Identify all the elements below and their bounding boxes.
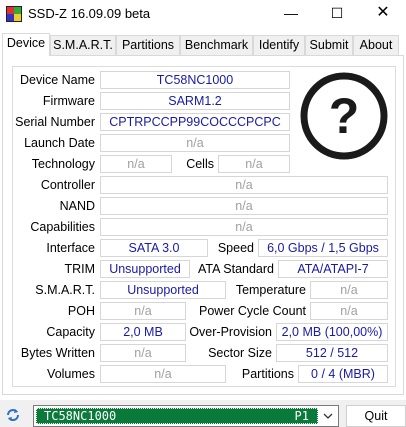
firmware-label: Firmware	[42, 94, 95, 108]
controller-label: Controller	[40, 178, 95, 192]
capacity-label: Capacity	[46, 325, 95, 339]
trim-label: TRIM	[64, 262, 95, 276]
device-name-field: TC58NC1000	[100, 71, 290, 89]
device-name-label: Device Name	[19, 73, 95, 87]
cells-field: n/a	[218, 155, 290, 173]
partitions-field: 0 / 4 (MBR)	[298, 365, 388, 383]
interface-label: Interface	[46, 241, 95, 255]
cells-label: Cells	[186, 157, 214, 171]
ssdz-app-icon	[6, 6, 22, 22]
poh-field: n/a	[100, 302, 186, 320]
serial-number-label: Serial Number	[15, 115, 95, 129]
capabilities-label: Capabilities	[30, 220, 95, 234]
speed-label: Speed	[217, 241, 254, 255]
drive-name: TC58NC1000	[44, 409, 117, 423]
speed-field: 6,0 Gbps / 1,5 Gbps	[258, 239, 388, 257]
over-provision-label: Over-Provision	[189, 325, 272, 339]
tab-benchmark[interactable]: Benchmark	[180, 35, 253, 55]
tab-device[interactable]: Device	[2, 33, 50, 56]
bottom-bar: TC58NC1000 P1 Quit	[0, 400, 406, 427]
capacity-field: 2,0 MB	[100, 323, 186, 341]
bytes-written-field: n/a	[100, 344, 186, 362]
temperature-label: Temperature	[235, 283, 306, 297]
tab-about[interactable]: About	[353, 35, 399, 55]
tab-smart[interactable]: S.M.A.R.T.	[50, 35, 116, 55]
technology-field: n/a	[100, 155, 172, 173]
sector-size-field: 512 / 512	[276, 344, 388, 362]
drive-select[interactable]: TC58NC1000 P1	[33, 405, 339, 427]
poh-label: POH	[67, 304, 95, 318]
tab-submit[interactable]: Submit	[305, 35, 353, 55]
controller-field: n/a	[100, 176, 388, 194]
smart-label: S.M.A.R.T.	[35, 283, 95, 297]
title-bar: SSD-Z 16.09.09 beta — ☐ ✕	[0, 0, 406, 28]
temperature-field: n/a	[310, 281, 388, 299]
ata-standard-field: ATA/ATAPI-7	[278, 260, 388, 278]
tab-bar: Device S.M.A.R.T. Partitions Benchmark I…	[2, 33, 404, 56]
volumes-label: Volumes	[47, 367, 95, 381]
serial-number-field: CPTRPCCPP99COCCCPCPC	[100, 113, 290, 131]
drive-port: P1	[294, 409, 309, 423]
nand-label: NAND	[59, 199, 95, 213]
unknown-question-mark-icon: ?	[298, 70, 390, 162]
trim-field: Unsupported	[100, 260, 190, 278]
firmware-field: SARM1.2	[100, 92, 290, 110]
minimize-button[interactable]: —	[268, 0, 314, 28]
refresh-icon[interactable]	[4, 406, 22, 424]
chevron-down-icon[interactable]	[320, 409, 336, 423]
power-cycle-count-label: Power Cycle Count	[199, 304, 306, 318]
question-mark-glyph: ?	[329, 88, 360, 144]
volumes-field: n/a	[100, 365, 226, 383]
maximize-button[interactable]: ☐	[314, 0, 360, 28]
technology-label: Technology	[31, 157, 95, 171]
quit-button[interactable]: Quit	[346, 405, 406, 427]
interface-field: SATA 3.0	[100, 239, 208, 257]
drive-selected-item: TC58NC1000 P1	[36, 408, 318, 424]
tab-partitions[interactable]: Partitions	[116, 35, 180, 55]
nand-field: n/a	[100, 197, 388, 215]
smart-field: Unsupported	[100, 281, 226, 299]
sector-size-label: Sector Size	[208, 346, 272, 360]
capabilities-field: n/a	[100, 218, 388, 236]
power-cycle-count-field: n/a	[310, 302, 388, 320]
over-provision-field: 2,0 MB (100,00%)	[276, 323, 388, 341]
tab-identify[interactable]: Identify	[253, 35, 305, 55]
launch-date-label: Launch Date	[24, 136, 95, 150]
window-title: SSD-Z 16.09.09 beta	[28, 6, 151, 21]
close-button[interactable]: ✕	[360, 0, 406, 28]
ata-standard-label: ATA Standard	[198, 262, 274, 276]
bytes-written-label: Bytes Written	[20, 346, 95, 360]
launch-date-field: n/a	[100, 134, 290, 152]
partitions-label: Partitions	[241, 367, 294, 381]
